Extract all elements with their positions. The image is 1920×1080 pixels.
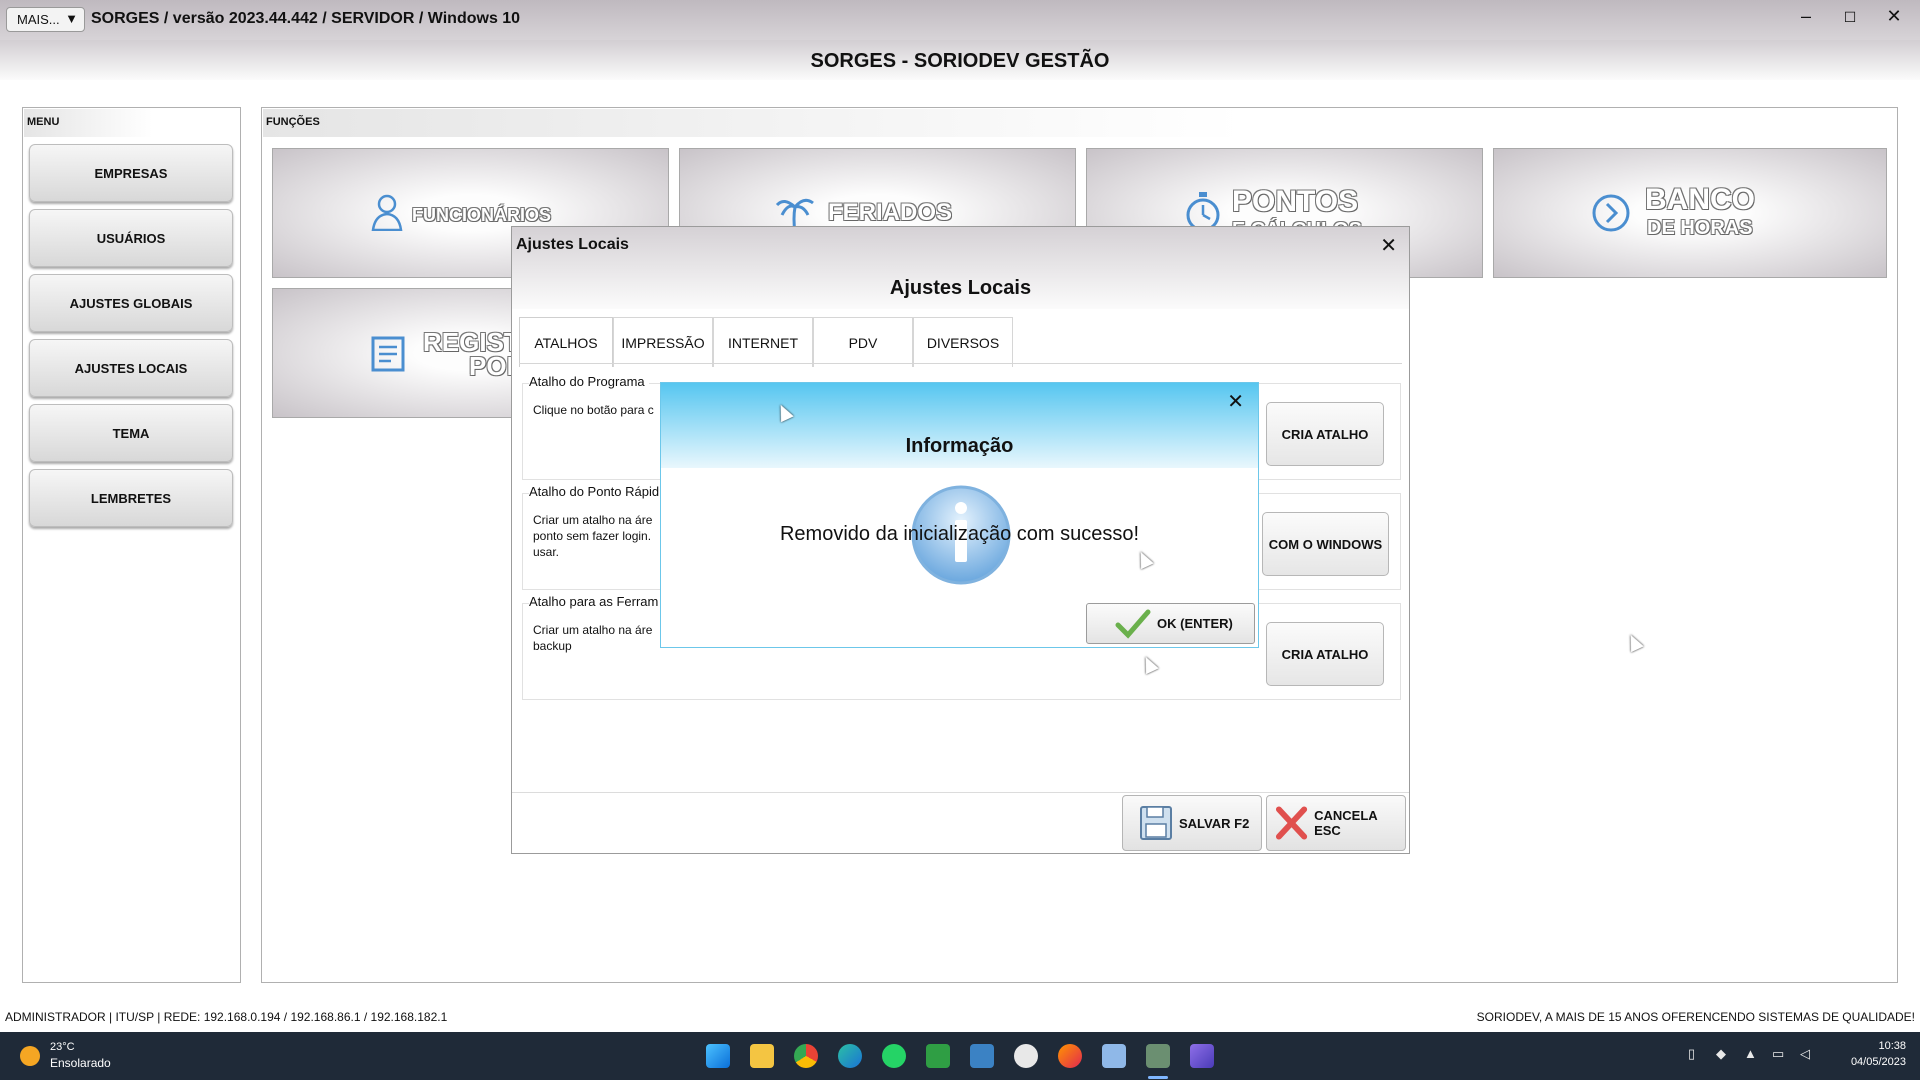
footer-divider (512, 792, 1409, 793)
menu-item-ajustes-globais[interactable]: AJUSTES GLOBAIS (29, 274, 233, 332)
spreadsheet-icon[interactable] (926, 1044, 950, 1068)
tab-atalhos[interactable]: ATALHOS (519, 317, 613, 367)
menu-item-ajustes-locais[interactable]: AJUSTES LOCAIS (29, 339, 233, 397)
app-header-title: SORGES - SORIODEV GESTÃO (810, 50, 1110, 72)
menu-item-empresas[interactable]: EMPRESAS (29, 144, 233, 202)
tile-feriados-label: FERIADOS (828, 199, 953, 226)
salvar-button[interactable]: SALVAR F2 (1122, 795, 1262, 851)
edge-icon[interactable] (838, 1044, 862, 1068)
arrow-circle-icon (1592, 194, 1630, 232)
firefox-icon[interactable] (1058, 1044, 1082, 1068)
mais-dropdown[interactable]: MAIS... ▼ (6, 7, 85, 32)
checkmark-icon (1115, 609, 1151, 639)
ok-button[interactable]: OK (ENTER) (1086, 603, 1255, 644)
group-text-line: ponto sem fazer login. (533, 529, 652, 543)
monitor-icon[interactable]: ▭ (1772, 1046, 1784, 1062)
user-icon (371, 194, 403, 231)
group-text-line: Criar um atalho na áre (533, 623, 653, 637)
info-dialog-title: Informação (905, 435, 1014, 457)
settings-gear-icon[interactable] (1102, 1044, 1126, 1068)
tile-pontos-label: PONTOS (1232, 185, 1359, 218)
speaker-icon[interactable]: ◁ (1800, 1046, 1810, 1062)
functions-label: FUNÇÕES (266, 116, 320, 128)
close-icon[interactable]: ✕ (1227, 389, 1244, 414)
whatsapp-icon[interactable] (882, 1044, 906, 1068)
security-shield-icon[interactable]: ◆ (1716, 1046, 1726, 1062)
tab-impressao[interactable]: IMPRESSÃO (613, 317, 713, 367)
group-text-line: usar. (533, 545, 560, 559)
menu-item-usuarios[interactable]: USUÁRIOS (29, 209, 233, 267)
info-message: Removido da inicialização com sucesso! (779, 523, 1140, 545)
taskbar: 23°C Ensolarado ▯ ◆ ▲ ▭ ◁ 10:38 04/05/20… (0, 1032, 1920, 1080)
document-icon (371, 336, 405, 372)
menu-item-tema[interactable]: TEMA (29, 404, 233, 462)
cancelar-label: CANCELA ESC (1314, 808, 1378, 838)
cria-atalho-button[interactable]: CRIA ATALHO (1266, 402, 1384, 466)
group-title: Atalho do Ponto Rápid (529, 484, 664, 499)
tile-funcionarios-label: FUNCIONÁRIOS (412, 205, 551, 225)
tab-pdv[interactable]: PDV (813, 317, 913, 367)
ok-label: OK (ENTER) (1157, 616, 1233, 631)
floppy-disk-icon (1140, 806, 1172, 840)
group-text-line: Criar um atalho na áre (533, 513, 653, 527)
cria-atalho-ferramentas-button[interactable]: CRIA ATALHO (1266, 622, 1384, 686)
active-app-indicator (1148, 1076, 1168, 1079)
chrome-icon[interactable] (794, 1044, 818, 1068)
sun-icon (20, 1046, 40, 1066)
weather-desc: Ensolarado (50, 1056, 111, 1070)
tab-divider (519, 363, 1402, 364)
close-icon[interactable]: ✕ (1380, 233, 1397, 258)
tile-banco-de-horas[interactable]: BANCO DE HORAS (1493, 148, 1887, 278)
menu-item-lembretes[interactable]: LEMBRETES (29, 469, 233, 527)
functions-panel-header (263, 109, 1896, 137)
file-explorer-icon[interactable] (750, 1044, 774, 1068)
sorges-app-icon[interactable] (1146, 1044, 1170, 1068)
menu-panel: MENU EMPRESAS USUÁRIOS AJUSTES GLOBAIS A… (22, 107, 241, 983)
cancelar-button[interactable]: CANCELA ESC (1266, 795, 1406, 851)
weather-temp: 23°C (50, 1041, 75, 1053)
group-title: Atalho do Programa (529, 374, 649, 389)
group-text-line: backup (533, 639, 572, 653)
title-bar: MAIS... ▼ SORGES / versão 2023.44.442 / … (0, 0, 1920, 40)
salvar-label: SALVAR F2 (1179, 815, 1250, 831)
menu-label: MENU (27, 116, 60, 128)
close-window-button[interactable]: ✕ (1874, 6, 1914, 27)
app-header: SORGES - SORIODEV GESTÃO (0, 40, 1920, 80)
taskbar-date[interactable]: 04/05/2023 (1836, 1056, 1906, 1068)
chevron-down-icon: ▼ (65, 11, 78, 26)
tab-internet[interactable]: INTERNET (713, 317, 813, 367)
group-text: Criar um atalho na áre backup (533, 622, 652, 654)
status-bar-left: ADMINISTRADOR | ITU/SP | REDE: 192.168.0… (5, 1010, 448, 1024)
window-title: SORGES / versão 2023.44.442 / SERVIDOR /… (91, 10, 521, 27)
group-title: Atalho para as Ferram (529, 594, 663, 609)
dialog-heading: Ajustes Locais (889, 277, 1032, 299)
windows-start-icon[interactable] (706, 1044, 730, 1068)
tab-diversos[interactable]: DIVERSOS (913, 317, 1013, 367)
media-app-icon[interactable] (1190, 1044, 1214, 1068)
app-icon[interactable] (1014, 1044, 1038, 1068)
usb-icon[interactable]: ▯ (1688, 1046, 1695, 1062)
taskbar-time[interactable]: 10:38 (1862, 1040, 1906, 1052)
dialog-title: Ajustes Locais (516, 236, 629, 253)
remote-desktop-icon[interactable] (970, 1044, 994, 1068)
maximize-button[interactable]: ☐ (1830, 9, 1870, 26)
group-text: Criar um atalho na áre ponto sem fazer l… (533, 512, 652, 560)
status-bar-right: SORIODEV, A MAIS DE 15 ANOS OFERENCENDO … (1476, 1010, 1915, 1024)
tile-banco-sublabel: DE HORAS (1647, 217, 1753, 239)
network-status-icon[interactable]: ▲ (1744, 1046, 1757, 1061)
red-x-icon (1275, 806, 1308, 840)
info-dialog: ✕ Informação Removido da inicialização c… (660, 382, 1259, 648)
mais-label: MAIS... (17, 12, 60, 27)
tile-banco-label: BANCO (1645, 183, 1755, 216)
com-o-windows-button[interactable]: COM O WINDOWS (1262, 512, 1389, 576)
group-text: Clique no botão para c (533, 403, 654, 417)
minimize-button[interactable]: – (1786, 6, 1826, 27)
